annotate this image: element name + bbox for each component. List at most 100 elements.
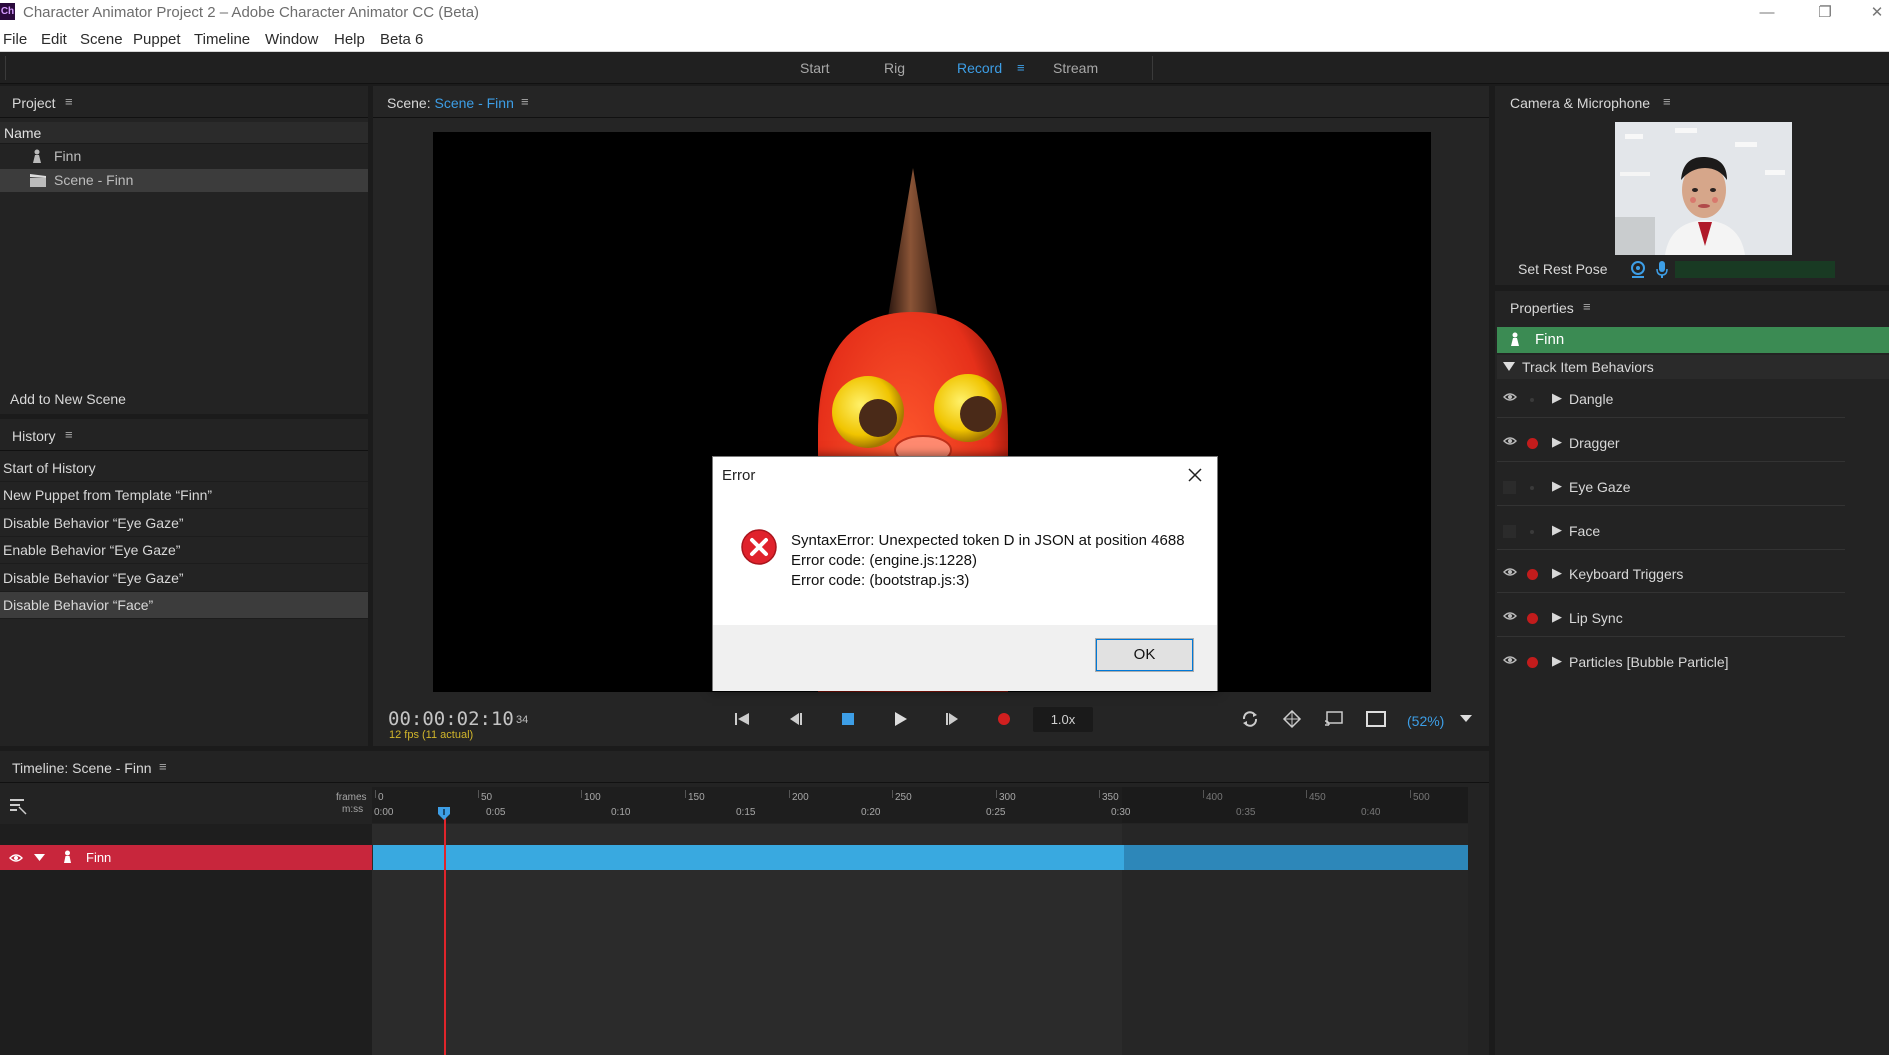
set-rest-pose-button[interactable]: Set Rest Pose [1518, 261, 1608, 277]
restore-button[interactable]: ❐ [1810, 2, 1840, 24]
webcam-icon[interactable] [1630, 261, 1646, 279]
record-toggle-off[interactable] [1530, 398, 1534, 402]
webcam-feed [1615, 122, 1792, 255]
record-toggle-on[interactable] [1527, 438, 1538, 449]
eye-icon[interactable] [1503, 391, 1517, 405]
go-to-start-button[interactable] [727, 706, 757, 732]
history-item[interactable]: Start of History [0, 455, 368, 482]
eye-icon[interactable] [1503, 566, 1517, 580]
history-item[interactable]: Disable Behavior “Eye Gaze” [0, 510, 368, 537]
menu-help[interactable]: Help [334, 31, 365, 48]
behavior-row-lip-sync[interactable]: ▶ Lip Sync [1497, 601, 1845, 637]
project-menu-icon[interactable]: ≡ [65, 95, 77, 108]
scene-menu-icon[interactable]: ≡ [521, 95, 533, 108]
expand-icon[interactable]: ▶ [1552, 565, 1562, 581]
add-to-new-scene-button[interactable]: Add to New Scene [10, 391, 126, 407]
behavior-row-particles[interactable]: ▶ Particles [Bubble Particle] [1497, 645, 1845, 681]
history-item[interactable]: Enable Behavior “Eye Gaze” [0, 537, 368, 564]
behavior-row-eye-gaze[interactable]: ▶ Eye Gaze [1497, 470, 1845, 506]
workspace-tab-start[interactable]: Start [800, 60, 830, 76]
menu-beta[interactable]: Beta 6 [380, 31, 423, 48]
fullscreen-button[interactable] [1361, 706, 1391, 732]
expand-icon[interactable]: ▶ [1552, 609, 1562, 625]
expand-icon[interactable]: ▶ [1552, 434, 1562, 450]
timeline-settings-icon[interactable] [9, 797, 27, 815]
play-button[interactable] [886, 706, 916, 732]
zoom-level[interactable]: (52%) [1407, 713, 1444, 729]
track-item-behaviors-section[interactable]: Track Item Behaviors [1497, 355, 1889, 379]
history-header: History ≡ [0, 419, 368, 451]
onion-skin-button[interactable] [1277, 706, 1307, 732]
tick-mark [1099, 790, 1100, 798]
record-menu-icon[interactable]: ≡ [1017, 61, 1029, 74]
behavior-row-keyboard-triggers[interactable]: ▶ Keyboard Triggers [1497, 557, 1845, 593]
frame-tick: 300 [999, 792, 1016, 803]
step-forward-button[interactable] [937, 706, 967, 732]
project-item-finn[interactable]: Finn [0, 145, 368, 168]
history-item[interactable]: Disable Behavior “Eye Gaze” [0, 565, 368, 592]
step-back-button[interactable] [781, 706, 811, 732]
workspace-tab-rig[interactable]: Rig [884, 60, 905, 76]
record-toggle-on[interactable] [1527, 569, 1538, 580]
expand-icon[interactable]: ▶ [1552, 478, 1562, 494]
eye-icon[interactable] [1503, 435, 1517, 449]
zoom-dropdown[interactable] [1451, 706, 1481, 732]
close-window-button[interactable]: ✕ [1862, 2, 1889, 24]
minimize-button[interactable]: — [1752, 2, 1782, 24]
record-toggle-on[interactable] [1527, 613, 1538, 624]
triangle-down-icon[interactable] [34, 854, 45, 862]
eye-hidden-icon[interactable] [1503, 481, 1516, 494]
eye-icon[interactable] [1503, 654, 1517, 668]
timeline-menu-icon[interactable]: ≡ [159, 760, 171, 773]
history-menu-icon[interactable]: ≡ [65, 428, 77, 441]
tick-mark [1203, 790, 1204, 798]
menu-timeline[interactable]: Timeline [194, 31, 250, 48]
track-header-finn[interactable]: Finn [0, 845, 372, 870]
record-button[interactable] [989, 706, 1019, 732]
menu-edit[interactable]: Edit [41, 31, 67, 48]
behavior-row-dangle[interactable]: ▶ Dangle [1497, 382, 1845, 418]
camera-preview [1615, 122, 1792, 255]
timeline-ruler[interactable]: 0 50 100 150 200 250 300 350 400 450 500… [372, 787, 1468, 823]
eye-icon[interactable] [9, 853, 23, 863]
dialog-close-button[interactable] [1183, 463, 1207, 487]
camera-title: Camera & Microphone [1510, 95, 1651, 111]
menu-file[interactable]: File [3, 31, 27, 48]
properties-menu-icon[interactable]: ≡ [1583, 300, 1595, 313]
section-label: Track Item Behaviors [1522, 359, 1654, 375]
camera-menu-icon[interactable]: ≡ [1663, 95, 1675, 108]
cast-button[interactable] [1319, 706, 1349, 732]
menu-window[interactable]: Window [265, 31, 318, 48]
ok-button[interactable]: OK [1095, 638, 1194, 672]
behavior-row-dragger[interactable]: ▶ Dragger [1497, 426, 1845, 462]
eye-hidden-icon[interactable] [1503, 525, 1516, 538]
record-toggle-off[interactable] [1530, 486, 1534, 490]
expand-icon[interactable]: ▶ [1552, 653, 1562, 669]
workspace-tab-stream[interactable]: Stream [1053, 60, 1098, 76]
timecode: 00:00:02:10 [388, 708, 514, 730]
record-toggle-on[interactable] [1527, 657, 1538, 668]
menu-puppet[interactable]: Puppet [133, 31, 181, 48]
project-header: Project ≡ [0, 86, 368, 118]
microphone-icon[interactable] [1655, 260, 1669, 279]
project-column-header[interactable]: Name [0, 122, 368, 144]
playhead[interactable] [444, 809, 446, 1055]
puppet-selection[interactable]: Finn [1497, 327, 1889, 353]
behavior-row-face[interactable]: ▶ Face [1497, 514, 1845, 550]
expand-icon[interactable]: ▶ [1552, 390, 1562, 406]
menu-scene[interactable]: Scene [80, 31, 123, 48]
playback-speed[interactable]: 1.0x [1033, 707, 1093, 732]
track-bar-out-region[interactable] [1124, 845, 1468, 870]
expand-icon[interactable]: ▶ [1552, 522, 1562, 538]
frame-tick: 100 [584, 792, 601, 803]
track-bar-finn[interactable] [373, 845, 1124, 870]
project-item-scene[interactable]: Scene - Finn [0, 169, 368, 192]
playhead-handle-icon[interactable] [437, 806, 451, 820]
history-item-selected[interactable]: Disable Behavior “Face” [0, 592, 368, 619]
workspace-tab-record[interactable]: Record [957, 60, 1002, 76]
eye-icon[interactable] [1503, 610, 1517, 624]
loop-button[interactable] [1235, 706, 1265, 732]
stop-button[interactable] [833, 706, 863, 732]
history-item[interactable]: New Puppet from Template “Finn” [0, 482, 368, 509]
record-toggle-off[interactable] [1530, 530, 1534, 534]
